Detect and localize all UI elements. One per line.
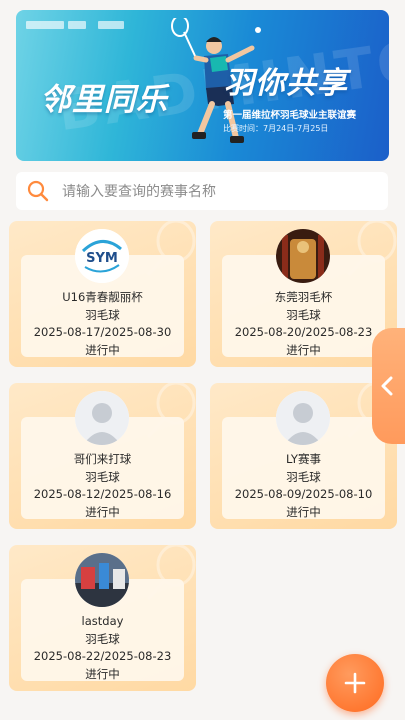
default-avatar-icon xyxy=(276,391,330,445)
event-sport: 羽毛球 xyxy=(85,631,120,646)
promo-banner[interactable]: BADMINTON 邻里同乐 羽你共享 第一届维拉杯羽毛球业主联谊赛 比赛时间：… xyxy=(16,10,389,161)
event-avatar xyxy=(75,553,129,607)
sym-logo-icon: SYM xyxy=(75,229,129,283)
banner-event-time: 比赛时间：7月24日-7月25日 xyxy=(223,124,329,133)
event-status: 进行中 xyxy=(85,342,120,357)
event-sport: 羽毛球 xyxy=(286,307,321,322)
event-name: 哥们来打球 xyxy=(73,452,132,466)
plus-icon xyxy=(344,672,366,694)
event-card[interactable]: 东莞羽毛杯 羽毛球 2025-08-20/2025-08-23 进行中 xyxy=(210,221,397,367)
side-collapse-tab[interactable] xyxy=(372,328,405,444)
event-info: 东莞羽毛杯 羽毛球 2025-08-20/2025-08-23 进行中 xyxy=(210,289,397,359)
event-card[interactable]: lastday 羽毛球 2025-08-22/2025-08-23 进行中 xyxy=(9,545,196,691)
event-avatar xyxy=(75,391,129,445)
svg-text:SYM: SYM xyxy=(86,251,118,266)
event-avatar xyxy=(276,229,330,283)
event-card[interactable]: SYM U16青春靓丽杯 羽毛球 2025-08-17/2025-08-30 进… xyxy=(9,221,196,367)
event-status: 进行中 xyxy=(85,666,120,681)
banner-sponsor-logos xyxy=(26,18,136,35)
event-card[interactable]: LY赛事 羽毛球 2025-08-09/2025-08-10 进行中 xyxy=(210,383,397,529)
event-dates: 2025-08-12/2025-08-16 xyxy=(33,487,172,501)
event-info: 哥们来打球 羽毛球 2025-08-12/2025-08-16 进行中 xyxy=(9,451,196,521)
search-icon xyxy=(27,180,49,202)
temple-photo-icon xyxy=(276,229,330,283)
event-card[interactable]: 哥们来打球 羽毛球 2025-08-12/2025-08-16 进行中 xyxy=(9,383,196,529)
event-name: U16青春靓丽杯 xyxy=(62,290,143,304)
event-dates: 2025-08-17/2025-08-30 xyxy=(33,325,172,339)
event-name: lastday xyxy=(81,614,124,628)
event-avatar xyxy=(276,391,330,445)
event-dates: 2025-08-09/2025-08-10 xyxy=(234,487,373,501)
sponsor-logos-icon xyxy=(26,21,124,29)
search-placeholder[interactable]: 请输入要查询的赛事名称 xyxy=(62,181,216,201)
event-sport: 羽毛球 xyxy=(85,469,120,484)
event-status: 进行中 xyxy=(85,504,120,519)
add-event-button[interactable] xyxy=(326,654,384,712)
gym-photo-icon xyxy=(75,553,129,607)
event-info: U16青春靓丽杯 羽毛球 2025-08-17/2025-08-30 进行中 xyxy=(9,289,196,359)
event-info: lastday 羽毛球 2025-08-22/2025-08-23 进行中 xyxy=(9,613,196,683)
event-avatar: SYM xyxy=(75,229,129,283)
banner-slogan-left: 邻里同乐 xyxy=(40,82,168,118)
event-status: 进行中 xyxy=(286,504,321,519)
event-name: 东莞羽毛杯 xyxy=(274,290,333,304)
event-info: LY赛事 羽毛球 2025-08-09/2025-08-10 进行中 xyxy=(210,451,397,521)
chevron-left-icon xyxy=(381,376,393,396)
event-sport: 羽毛球 xyxy=(286,469,321,484)
event-status: 进行中 xyxy=(286,342,321,357)
event-name: LY赛事 xyxy=(286,452,321,466)
event-dates: 2025-08-22/2025-08-23 xyxy=(33,649,172,663)
event-sport: 羽毛球 xyxy=(85,307,120,322)
banner-slogan-right: 羽你共享 xyxy=(224,66,348,101)
banner-event-name: 第一届维拉杯羽毛球业主联谊赛 xyxy=(223,110,357,121)
default-avatar-icon xyxy=(75,391,129,445)
search-bar[interactable]: 请输入要查询的赛事名称 xyxy=(16,172,388,210)
event-dates: 2025-08-20/2025-08-23 xyxy=(234,325,373,339)
